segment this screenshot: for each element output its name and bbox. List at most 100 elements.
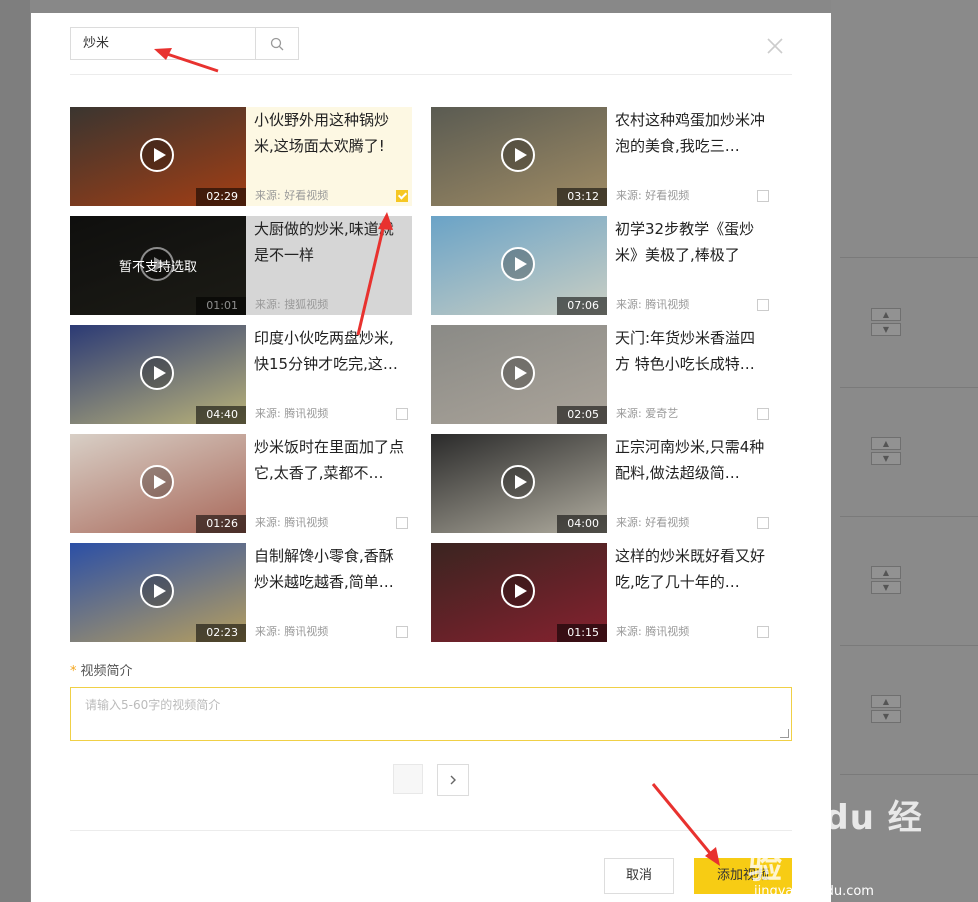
video-duration: 01:26 (196, 515, 246, 533)
unavailable-overlay: 暂不支持选取 (70, 216, 246, 315)
background-divider (840, 257, 978, 258)
video-thumbnail[interactable]: 01:01 暂不支持选取 (70, 216, 246, 315)
background-sort-arrows: ▲ ▼ (871, 308, 901, 338)
video-thumbnail[interactable]: 02:05 (431, 325, 607, 424)
play-icon[interactable] (501, 356, 535, 390)
video-card[interactable]: 07:06 初学32步教学《蛋炒米》美极了,棒极了来源: 腾讯视频 (431, 216, 773, 315)
video-select-checkbox[interactable] (757, 190, 769, 202)
chevron-up-icon: ▲ (871, 566, 901, 579)
video-card[interactable]: 01:26 炒米饭时在里面加了点它,太香了,菜都不… 来源: 腾讯视频 (70, 434, 412, 533)
video-thumbnail[interactable]: 01:15 (431, 543, 607, 642)
video-card[interactable]: 03:12 农村这种鸡蛋加炒米冲泡的美食,我吃三… 来源: 好看视频 (431, 107, 773, 206)
required-mark: * (70, 664, 77, 679)
video-duration: 03:12 (557, 188, 607, 206)
video-duration: 02:05 (557, 406, 607, 424)
chevron-up-icon: ▲ (871, 437, 901, 450)
video-duration: 02:23 (196, 624, 246, 642)
play-icon[interactable] (140, 465, 174, 499)
video-source: 来源: 腾讯视频 (255, 516, 329, 529)
video-meta: 天门:年货炒米香溢四方 特色小吃长成特… 来源: 爱奇艺 (607, 325, 773, 424)
play-icon[interactable] (140, 574, 174, 608)
video-meta: 自制解馋小零食,香酥炒米越吃越香,简单… 来源: 腾讯视频 (246, 543, 412, 642)
chevron-down-icon: ▼ (871, 452, 901, 465)
background-left-strip (0, 0, 30, 902)
video-select-checkbox[interactable] (757, 517, 769, 529)
video-card[interactable]: 04:00 正宗河南炒米,只需4种配料,做法超级简… 来源: 好看视频 (431, 434, 773, 533)
pager-prev-button[interactable] (393, 764, 423, 794)
video-title: 自制解馋小零食,香酥炒米越吃越香,简单… (254, 547, 394, 591)
background-divider (840, 774, 978, 775)
play-icon[interactable] (501, 574, 535, 608)
video-thumbnail[interactable]: 04:00 (431, 434, 607, 533)
video-card[interactable]: 04:40 印度小伙吃两盘炒米,快15分钟才吃完,这… 来源: 腾讯视频 (70, 325, 412, 424)
chevron-down-icon: ▼ (871, 323, 901, 336)
intro-label: * 视频简介 (70, 660, 133, 679)
video-card: 01:01 暂不支持选取 大厨做的炒米,味道就是不一样 来源: 搜狐视频 (70, 216, 412, 315)
video-duration: 02:29 (196, 188, 246, 206)
video-title: 小伙野外用这种锅炒米,这场面太欢腾了! (254, 111, 390, 155)
play-icon[interactable] (140, 356, 174, 390)
video-card[interactable]: 02:29 小伙野外用这种锅炒米,这场面太欢腾了! 来源: 好看视频 (70, 107, 412, 206)
video-meta: 正宗河南炒米,只需4种配料,做法超级简… 来源: 好看视频 (607, 434, 773, 533)
intro-placeholder: 请输入5-60字的视频简介 (85, 698, 221, 712)
video-select-checkbox[interactable] (757, 408, 769, 420)
video-title: 这样的炒米既好看又好吃,吃了几十年的… (615, 547, 765, 591)
video-thumbnail[interactable]: 03:12 (431, 107, 607, 206)
video-thumbnail[interactable]: 07:06 (431, 216, 607, 315)
video-title: 初学32步教学《蛋炒米》美极了,棒极了 (615, 220, 755, 264)
video-source: 来源: 爱奇艺 (616, 407, 679, 420)
play-icon[interactable] (501, 247, 535, 281)
video-meta: 印度小伙吃两盘炒米,快15分钟才吃完,这… 来源: 腾讯视频 (246, 325, 412, 424)
chevron-right-icon (450, 775, 456, 785)
video-meta: 大厨做的炒米,味道就是不一样 来源: 搜狐视频 (246, 216, 412, 315)
video-duration: 01:15 (557, 624, 607, 642)
watermark-url: jingyan.baidu.com (754, 884, 874, 899)
background-divider (840, 516, 978, 517)
chevron-up-icon: ▲ (871, 308, 901, 321)
video-select-checkbox[interactable] (396, 626, 408, 638)
video-source: 来源: 好看视频 (255, 189, 329, 202)
add-video-modal: 炒米 02:29 小伙野外用这种锅炒米,这场面太欢腾了! 来源: 好看视频 03:12… (31, 13, 831, 902)
video-meta: 农村这种鸡蛋加炒米冲泡的美食,我吃三… 来源: 好看视频 (607, 107, 773, 206)
video-title: 天门:年货炒米香溢四方 特色小吃长成特… (615, 329, 756, 373)
play-icon[interactable] (501, 138, 535, 172)
search-icon (270, 37, 284, 50)
divider (70, 74, 792, 75)
resize-handle-icon[interactable] (780, 729, 789, 738)
video-thumbnail[interactable]: 01:26 (70, 434, 246, 533)
pager-next-button[interactable] (437, 764, 469, 796)
video-select-checkbox[interactable] (396, 190, 408, 202)
video-meta: 初学32步教学《蛋炒米》美极了,棒极了来源: 腾讯视频 (607, 216, 773, 315)
search-button[interactable] (255, 27, 299, 60)
divider (70, 830, 792, 831)
close-icon (767, 38, 783, 54)
intro-textarea[interactable]: 请输入5-60字的视频简介 (70, 687, 792, 741)
video-duration: 04:40 (196, 406, 246, 424)
video-select-checkbox[interactable] (396, 408, 408, 420)
video-source: 来源: 腾讯视频 (616, 298, 690, 311)
play-icon[interactable] (501, 465, 535, 499)
video-duration: 04:00 (557, 515, 607, 533)
video-meta: 这样的炒米既好看又好吃,吃了几十年的… 来源: 腾讯视频 (607, 543, 773, 642)
video-thumbnail[interactable]: 02:29 (70, 107, 246, 206)
video-card[interactable]: 02:05 天门:年货炒米香溢四方 特色小吃长成特… 来源: 爱奇艺 (431, 325, 773, 424)
background-divider (840, 387, 978, 388)
video-source: 来源: 腾讯视频 (616, 625, 690, 638)
video-source: 来源: 好看视频 (616, 516, 690, 529)
video-card[interactable]: 02:23 自制解馋小零食,香酥炒米越吃越香,简单… 来源: 腾讯视频 (70, 543, 412, 642)
video-thumbnail[interactable]: 02:23 (70, 543, 246, 642)
video-meta: 炒米饭时在里面加了点它,太香了,菜都不… 来源: 腾讯视频 (246, 434, 412, 533)
video-select-checkbox[interactable] (757, 626, 769, 638)
video-select-checkbox[interactable] (396, 517, 408, 529)
chevron-down-icon: ▼ (871, 581, 901, 594)
video-source: 来源: 好看视频 (616, 189, 690, 202)
cancel-button[interactable]: 取消 (604, 858, 674, 894)
video-card[interactable]: 01:15 这样的炒米既好看又好吃,吃了几十年的… 来源: 腾讯视频 (431, 543, 773, 642)
video-source: 来源: 腾讯视频 (255, 625, 329, 638)
video-source: 来源: 腾讯视频 (255, 407, 329, 420)
close-button[interactable] (765, 36, 785, 56)
background-sort-arrows: ▲ ▼ (871, 566, 901, 596)
video-select-checkbox[interactable] (757, 299, 769, 311)
video-thumbnail[interactable]: 04:40 (70, 325, 246, 424)
play-icon[interactable] (140, 138, 174, 172)
